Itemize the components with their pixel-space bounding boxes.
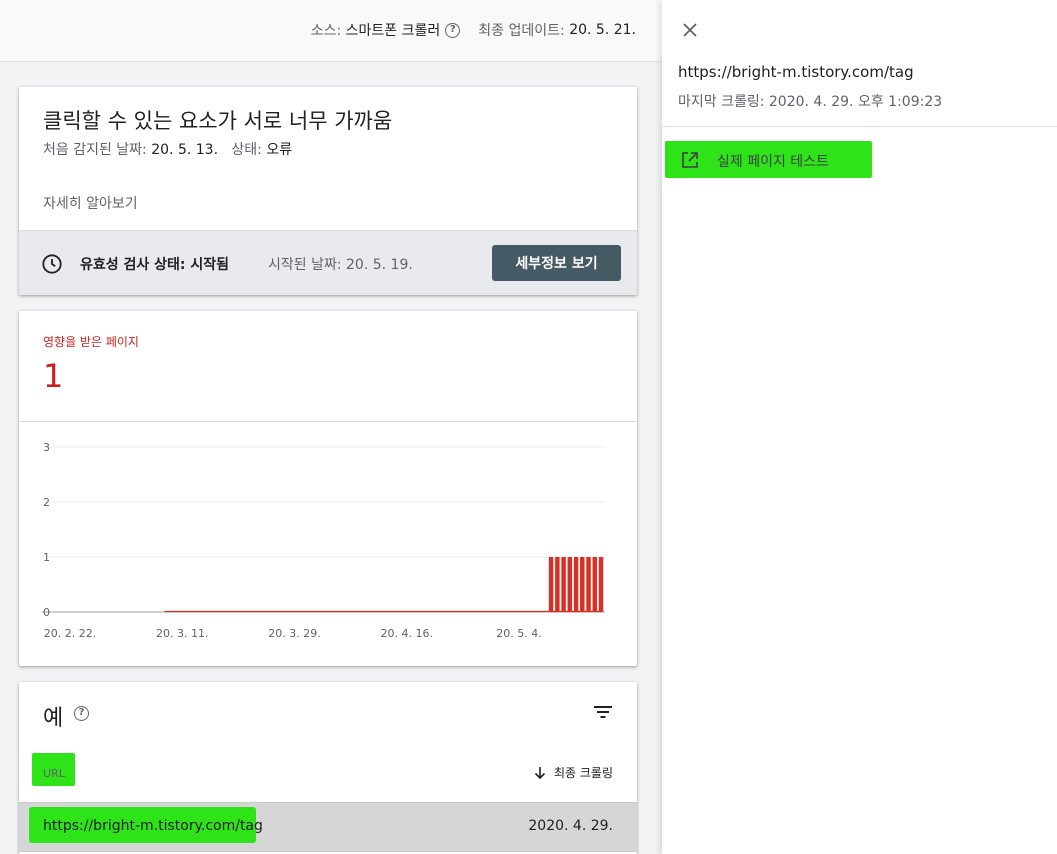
chart-x-tick-label: 20. 2. 22. [44, 627, 96, 640]
url-inspection-panel: https://bright-m.tistory.com/tag 마지막 크롤링… [662, 0, 1057, 854]
clock-icon [42, 254, 62, 274]
validation-status: 유효성 검사 상태: 시작됨 [80, 257, 230, 273]
chart-bar [598, 557, 604, 612]
close-icon[interactable] [682, 22, 698, 38]
panel-last-crawl: 마지막 크롤링: 2020. 4. 29. 오후 1:09:23 [678, 94, 943, 110]
chart-bar [573, 557, 579, 612]
chart-bar [561, 557, 566, 612]
examples-card: 예 ? URL 최종 크롤링 https://bright-m.tistory.… [19, 682, 637, 854]
chart-x-tick-label: 20. 5. 4. [496, 627, 541, 640]
source-value: 스마트폰 크롤러 [345, 23, 441, 39]
chart-y-tick-label: 0 [43, 606, 50, 619]
issue-title: 클릭할 수 있는 요소가 서로 너무 가까움 [43, 109, 393, 133]
chart-bar [555, 557, 560, 612]
updated-label: 최종 업데이트: [478, 23, 565, 39]
open-in-new-icon [682, 152, 698, 168]
chart-x-tick-label: 20. 3. 11. [156, 627, 208, 640]
learn-more-link[interactable]: 자세히 알아보기 [43, 193, 138, 213]
chart-x-tick-label: 20. 4. 16. [380, 627, 432, 640]
chart-bar [586, 557, 591, 612]
filter-icon[interactable] [593, 704, 613, 720]
chart-y-tick-label: 3 [43, 441, 50, 454]
see-details-button[interactable]: 세부정보 보기 [492, 245, 621, 281]
report-meta: 소스: 스마트폰 크롤러 ? 최종 업데이트: 20. 5. 21. [311, 20, 636, 40]
first-detected-label: 처음 감지된 날짜: [43, 142, 147, 158]
panel-url: https://bright-m.tistory.com/tag [678, 63, 914, 81]
chart-bar [580, 557, 585, 612]
status-value: 오류 [266, 142, 293, 158]
affected-pages-chart: 0 1 2 3 20. 2. 22. 20. 3. 11. 20. 3. 29. 20. 4.… [42, 441, 605, 640]
chart-bar [548, 557, 554, 612]
issue-subtitle: 처음 감지된 날짜: 20. 5. 13. 상태: 오류 [43, 139, 292, 159]
affected-pages-count: 1 [43, 357, 64, 395]
affected-pages-card: 영향을 받은 페이지 1 0 1 2 3 20. 2. 22. 20. 3. 11. 20.… [19, 311, 637, 666]
status-label: 상태: [231, 142, 262, 158]
validation-bar: 유효성 검사 상태: 시작됨 시작된 날짜: 20. 5. 19. 세부정보 보… [19, 230, 637, 295]
chart-bar [592, 557, 598, 612]
test-live-page-label: 실제 페이지 테스트 [717, 154, 829, 170]
arrow-down-icon [534, 766, 546, 779]
chart-y-tick-label: 1 [43, 551, 50, 564]
row-date: 2020. 4. 29. [528, 818, 613, 834]
row-url: https://bright-m.tistory.com/tag [43, 818, 263, 834]
divider [662, 126, 1057, 127]
updated-value: 20. 5. 21. [569, 22, 636, 38]
issue-card: 클릭할 수 있는 요소가 서로 너무 가까움 처음 감지된 날짜: 20. 5.… [19, 87, 637, 295]
chart-y-tick-label: 2 [43, 496, 50, 509]
examples-title: 예 [43, 706, 64, 731]
chart-bar [567, 557, 573, 612]
column-header-url[interactable]: URL [32, 753, 75, 786]
test-live-page-button[interactable]: 실제 페이지 테스트 [665, 141, 872, 178]
column-header-last-crawl[interactable]: 최종 크롤링 [534, 764, 613, 781]
table-row[interactable]: https://bright-m.tistory.com/tag 2020. 4… [19, 802, 637, 852]
chart-x-tick-label: 20. 3. 29. [268, 627, 320, 640]
report-main: 소스: 스마트폰 크롤러 ? 최종 업데이트: 20. 5. 21. 클릭할 수… [0, 0, 662, 854]
column-header-last-crawl-label: 최종 크롤링 [553, 766, 613, 780]
source-label: 소스: [310, 23, 342, 39]
validation-started-date: 시작된 날짜: 20. 5. 19. [268, 257, 413, 273]
help-circle-icon[interactable]: ? [74, 706, 89, 721]
first-detected-value: 20. 5. 13. [151, 142, 219, 158]
help-circle-icon[interactable]: ? [445, 22, 461, 38]
affected-pages-label: 영향을 받은 페이지 [43, 335, 139, 349]
report-topbar: 소스: 스마트폰 크롤러 ? 최종 업데이트: 20. 5. 21. [0, 0, 662, 62]
